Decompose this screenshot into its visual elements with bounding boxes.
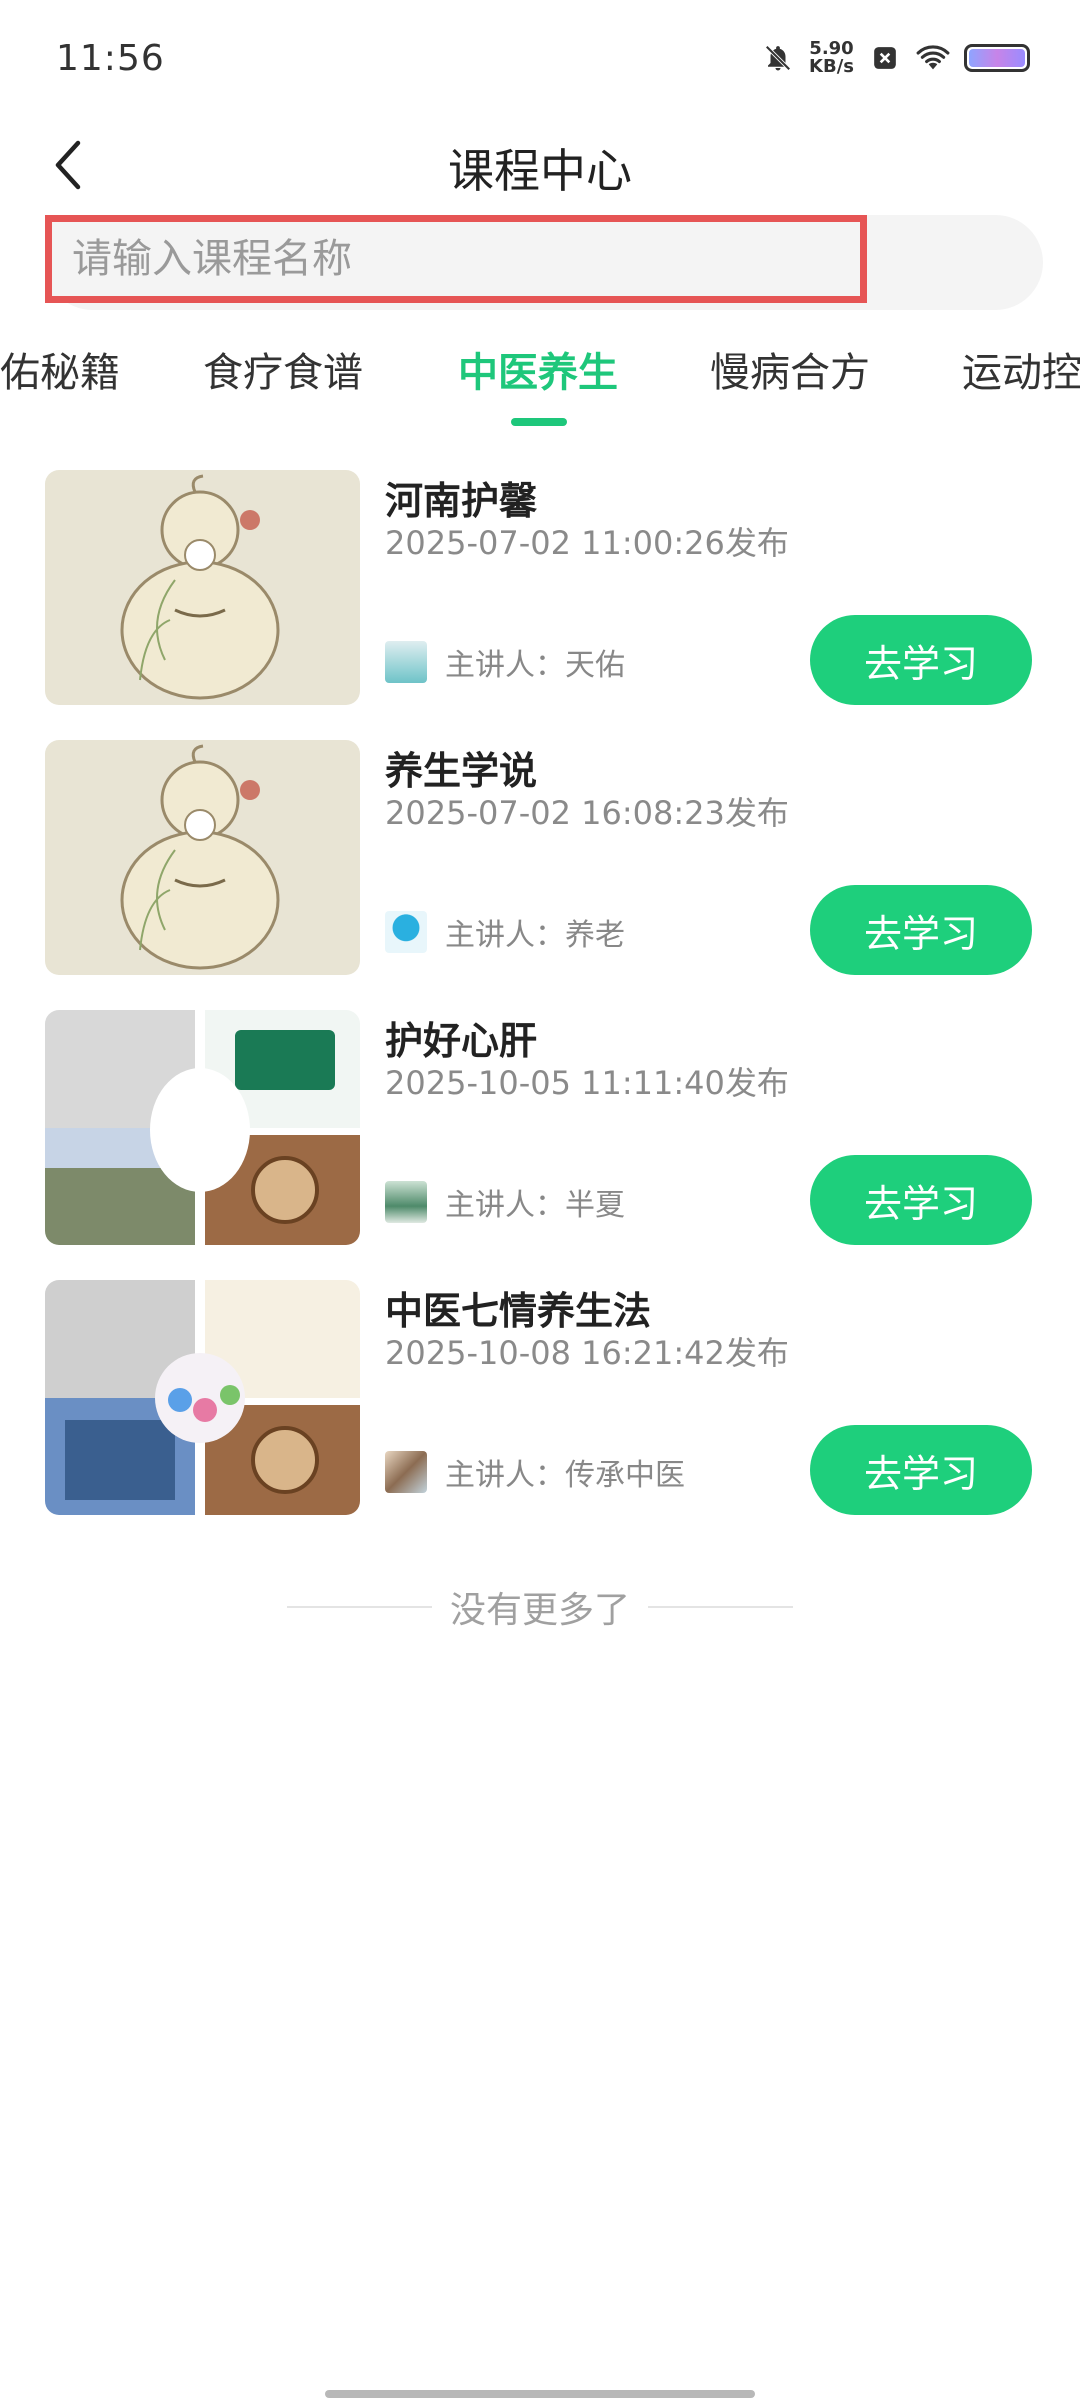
course-lecturer: 主讲人：传承中医 [385,1450,685,1494]
course-title: 护好心肝 [385,1019,538,1063]
course-date: 2025-10-08 16:21:42发布 [385,1334,789,1372]
home-indicator[interactable] [325,2390,755,2398]
tab-exercise[interactable]: 运动控 [962,340,1080,398]
status-icons: 5.90 KB/s [761,40,1030,76]
wifi-icon [916,41,950,75]
study-button[interactable]: 去学习 [810,885,1032,975]
net-speed: 5.90 KB/s [809,40,854,76]
lecturer-avatar [385,641,427,683]
course-thumbnail[interactable] [45,740,360,975]
study-button[interactable]: 去学习 [810,1155,1032,1245]
study-button[interactable]: 去学习 [810,1425,1032,1515]
course-date: 2025-07-02 11:00:26发布 [385,524,789,562]
course-title: 中医七情养生法 [385,1289,652,1333]
active-tab-indicator [511,418,567,426]
divider [286,1606,432,1608]
course-date: 2025-10-05 11:11:40发布 [385,1064,789,1102]
status-bar: 11:56 5.90 KB/s [0,0,1080,125]
course-title: 河南护馨 [385,479,538,523]
divider [648,1606,793,1608]
course-lecturer: 主讲人：养老 [385,910,625,954]
course-item[interactable]: 养生学说 2025-07-02 16:08:23发布 主讲人：养老 去学习 [45,740,1045,980]
header: 课程中心 [0,125,1080,210]
course-thumbnail[interactable] [45,470,360,705]
tab-chronic-disease[interactable]: 慢病合方 [710,340,870,398]
lecturer-name: 主讲人：半夏 [445,1188,625,1223]
lecturer-avatar [385,1451,427,1493]
course-item[interactable]: 河南护馨 2025-07-02 11:00:26发布 主讲人：天佑 去学习 [45,470,1045,710]
page-title: 课程中心 [448,144,632,198]
study-button[interactable]: 去学习 [810,615,1032,705]
net-speed-unit: KB/s [809,56,854,77]
search-field[interactable] [45,215,867,303]
no-more-text: 没有更多了 [449,1590,630,1631]
close-box-icon [868,41,902,75]
course-date: 2025-07-02 16:08:23发布 [385,794,789,832]
course-lecturer: 主讲人：半夏 [385,1180,625,1224]
course-thumbnail[interactable] [45,1010,360,1245]
category-tabs: 佑秘籍 食疗食谱 中医养生 慢病合方 运动控 [0,330,1080,440]
lecturer-name: 主讲人：传承中医 [445,1458,685,1493]
course-item[interactable]: 中医七情养生法 2025-10-08 16:21:42发布 主讲人：传承中医 去… [45,1280,1045,1520]
list-end-indicator: 没有更多了 [0,1582,1080,1632]
tab-secrets[interactable]: 佑秘籍 [0,340,120,398]
course-title: 养生学说 [385,749,538,793]
search-input[interactable] [52,222,860,296]
course-thumbnail[interactable] [45,1280,360,1515]
lecturer-name: 主讲人：养老 [445,918,625,953]
tab-diet-recipes[interactable]: 食疗食谱 [203,340,363,398]
tab-tcm-wellness[interactable]: 中医养生 [458,340,618,398]
lecturer-name: 主讲人：天佑 [445,648,625,683]
battery-icon [964,44,1030,72]
bell-off-icon [761,41,795,75]
course-item[interactable]: 护好心肝 2025-10-05 11:11:40发布 主讲人：半夏 去学习 [45,1010,1045,1250]
lecturer-avatar [385,1181,427,1223]
course-lecturer: 主讲人：天佑 [385,640,625,684]
status-time: 11:56 [56,38,165,79]
lecturer-avatar [385,911,427,953]
